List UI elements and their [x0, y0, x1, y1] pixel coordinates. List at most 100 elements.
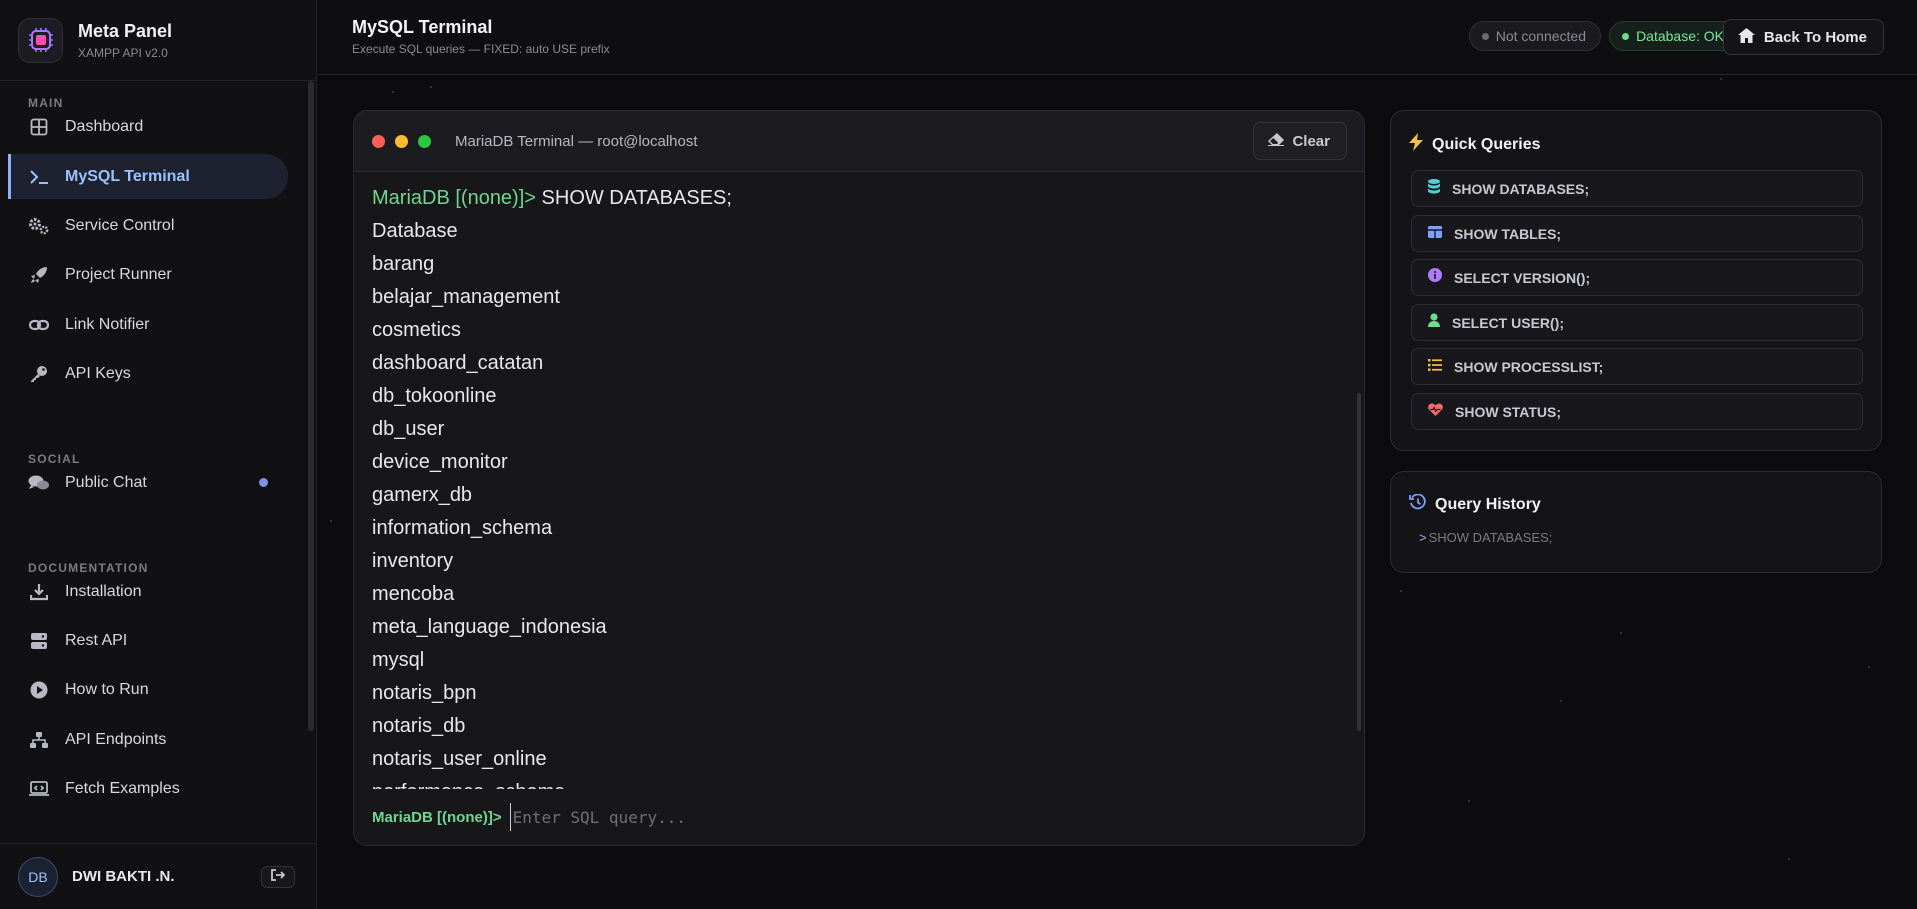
output-row: db_tokoonline — [372, 385, 497, 407]
output-row: cosmetics — [372, 319, 461, 341]
output-row: notaris_db — [372, 715, 466, 737]
sidebar-item-label: Rest API — [65, 631, 128, 649]
sidebar-item-label: Public Chat — [65, 473, 147, 491]
sidebar-item-how-to-run[interactable]: How to Run — [8, 667, 288, 712]
output-row: inventory — [372, 550, 454, 572]
brand-title: Meta Panel — [78, 20, 173, 41]
sidebar-scrollbar[interactable] — [308, 81, 314, 731]
sidebar-item-label: Project Runner — [65, 265, 172, 283]
input-prompt: MariaDB [(none)]> — [372, 808, 502, 826]
sql-query-input[interactable] — [509, 803, 1070, 831]
quick-queries-panel: Quick Queries SHOW DATABASES; SHOW TABLE… — [1390, 110, 1882, 451]
database-status-badge: Database: OK — [1609, 21, 1739, 51]
brand[interactable]: Meta Panel XAMPP API v2.0 — [0, 0, 316, 81]
output-row: mencoba — [372, 583, 455, 605]
download-icon — [28, 581, 50, 603]
maximize-dot-icon[interactable] — [418, 134, 431, 148]
database-icon — [1428, 178, 1440, 199]
sidebar-item-fetch-examples[interactable]: Fetch Examples — [8, 766, 288, 811]
sidebar-item-link-notifier[interactable]: Link Notifier — [8, 302, 288, 347]
output-row: gamerx_db — [372, 484, 473, 506]
minimize-dot-icon[interactable] — [395, 134, 408, 148]
heartbeat-icon — [1428, 403, 1443, 421]
terminal-prompt: MariaDB [(none)]> — [372, 187, 536, 209]
clear-button[interactable]: Clear — [1253, 122, 1347, 160]
sign-out-icon — [271, 868, 286, 886]
close-dot-icon[interactable] — [372, 134, 385, 148]
sidebar-item-mysql-terminal[interactable]: MySQL Terminal — [8, 154, 288, 199]
avatar[interactable]: DB — [18, 856, 58, 897]
bolt-icon — [1409, 133, 1423, 156]
page-title: MySQL Terminal — [352, 17, 493, 37]
sidebar-item-label: API Keys — [65, 364, 131, 382]
app-logo-icon — [18, 17, 63, 63]
output-row: mysql — [372, 649, 425, 671]
output-row: meta_language_indonesia — [372, 616, 607, 638]
output-row: belajar_management — [372, 286, 560, 308]
output-row: db_user — [372, 418, 445, 440]
output-row: notaris_bpn — [372, 682, 477, 704]
connection-status-badge: Not connected — [1468, 21, 1601, 51]
unread-badge — [259, 478, 268, 487]
user-profile-bar: DB DWI BAKTI .N. — [0, 843, 317, 909]
quick-query-select-user[interactable]: SELECT USER(); — [1411, 304, 1863, 341]
rocket-icon — [28, 264, 50, 286]
grid-icon — [28, 116, 50, 138]
clear-label: Clear — [1292, 132, 1330, 150]
terminal-icon — [28, 166, 50, 188]
back-to-home-label: Back To Home — [1763, 28, 1867, 46]
quick-queries-title: Quick Queries — [1409, 133, 1541, 156]
server-icon — [28, 630, 50, 652]
quick-query-show-processlist[interactable]: SHOW PROCESSLIST; — [1411, 348, 1863, 385]
terminal-scrollbar[interactable] — [1357, 393, 1361, 731]
sidebar-item-api-endpoints[interactable]: API Endpoints — [8, 717, 288, 762]
history-item[interactable]: > SHOW DATABASES; — [1419, 530, 1552, 545]
output-row: dashboard_catatan — [372, 352, 544, 374]
gears-icon — [28, 215, 50, 237]
top-header: MySQL Terminal Execute SQL queries — FIX… — [318, 0, 1917, 75]
back-to-home-button[interactable]: Back To Home — [1722, 19, 1884, 55]
sidebar: Meta Panel XAMPP API v2.0 MAIN Dashboard… — [0, 0, 317, 909]
output-row: device_monitor — [372, 451, 508, 473]
page-subtitle: Execute SQL queries — FIXED: auto USE pr… — [352, 42, 610, 56]
user-icon — [1428, 313, 1440, 332]
sidebar-item-label: Link Notifier — [65, 315, 150, 333]
sidebar-item-public-chat[interactable]: Public Chat — [8, 460, 288, 505]
eraser-icon — [1268, 132, 1285, 150]
command-line: MariaDB [(none)]> SHOW DATABASES; — [372, 182, 1364, 215]
sidebar-item-label: Installation — [65, 582, 142, 600]
sidebar-item-dashboard[interactable]: Dashboard — [8, 104, 288, 149]
logout-button[interactable] — [261, 865, 295, 888]
output-row: Database — [372, 220, 458, 242]
sidebar-item-label: Fetch Examples — [65, 779, 180, 797]
output-row: performance_schema — [372, 776, 1364, 789]
quick-query-show-status[interactable]: SHOW STATUS; — [1411, 393, 1863, 430]
sidebar-item-api-keys[interactable]: API Keys — [8, 351, 288, 396]
quick-query-show-databases[interactable]: SHOW DATABASES; — [1411, 170, 1863, 207]
quick-query-show-tables[interactable]: SHOW TABLES; — [1411, 215, 1863, 252]
sidebar-item-rest-api[interactable]: Rest API — [8, 618, 288, 663]
sidebar-item-project-runner[interactable]: Project Runner — [8, 252, 288, 297]
terminal-title: MariaDB Terminal — root@localhost — [455, 132, 698, 150]
play-icon — [28, 679, 50, 701]
link-icon — [28, 314, 50, 336]
terminal-output[interactable]: MariaDB [(none)]> SHOW DATABASES; Databa… — [354, 173, 1364, 789]
executed-command: SHOW DATABASES; — [541, 187, 732, 209]
mysql-terminal-window: MariaDB Terminal — root@localhost Clear … — [353, 110, 1365, 846]
brand-subtitle: XAMPP API v2.0 — [78, 45, 168, 60]
sidebar-item-label: Service Control — [65, 216, 175, 234]
home-icon — [1737, 27, 1755, 47]
sidebar-item-label: API Endpoints — [65, 730, 167, 748]
table-icon — [1428, 225, 1442, 243]
output-row: notaris_user_online — [372, 748, 547, 770]
key-icon — [28, 363, 50, 385]
sitemap-icon — [28, 729, 50, 751]
sidebar-item-service-control[interactable]: Service Control — [8, 203, 288, 248]
sidebar-item-label: How to Run — [65, 680, 149, 698]
sidebar-item-installation[interactable]: Installation — [8, 569, 288, 614]
sidebar-item-label: Dashboard — [65, 117, 144, 135]
output-row: barang — [372, 253, 435, 275]
history-icon — [1409, 493, 1426, 515]
quick-query-select-version[interactable]: SELECT VERSION(); — [1411, 259, 1863, 296]
info-icon — [1428, 268, 1442, 287]
